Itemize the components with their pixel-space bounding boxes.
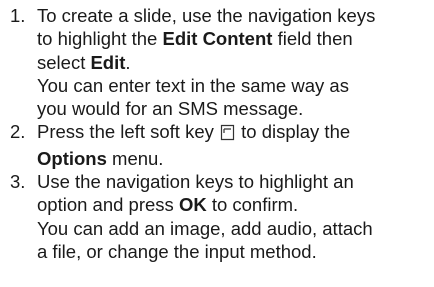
- step-note-line: you would for an SMS message.: [37, 98, 304, 120]
- step-number: 2.: [10, 121, 26, 143]
- step-text-line: select Edit.: [37, 51, 131, 73]
- step-note-line: You can enter text in the same way as: [37, 74, 349, 96]
- step-1: 1. To create a slide, use the navigation…: [0, 4, 434, 120]
- step-2: 2. Press the left soft key to display th…: [0, 120, 434, 170]
- step-text-line: to highlight the Edit Content field then: [37, 28, 353, 50]
- step-number: 1.: [10, 5, 26, 26]
- ui-term-edit: Edit: [90, 51, 126, 73]
- step-note-line: a file, or change the input method.: [37, 240, 317, 262]
- step-text-line: Use the navigation keys to highlight an: [37, 171, 354, 193]
- step-text-line: To create a slide, use the navigation ke…: [37, 5, 376, 26]
- ui-term-ok: OK: [178, 194, 207, 216]
- left-soft-key-icon: [220, 123, 235, 146]
- step-note-line: You can add an image, add audio, attach: [37, 217, 373, 239]
- ui-term-edit-content: Edit Content: [162, 28, 273, 50]
- step-3: 3. Use the navigation keys to highlight …: [0, 170, 434, 263]
- step-text-line: option and press OK to confirm.: [37, 194, 299, 216]
- step-number: 3.: [10, 171, 26, 193]
- ui-term-options: Options: [37, 147, 107, 169]
- step-text-line: Options menu.: [37, 147, 164, 169]
- step-text-line: Press the left soft key to display the: [37, 120, 434, 146]
- instruction-list: 1. To create a slide, use the navigation…: [0, 0, 434, 287]
